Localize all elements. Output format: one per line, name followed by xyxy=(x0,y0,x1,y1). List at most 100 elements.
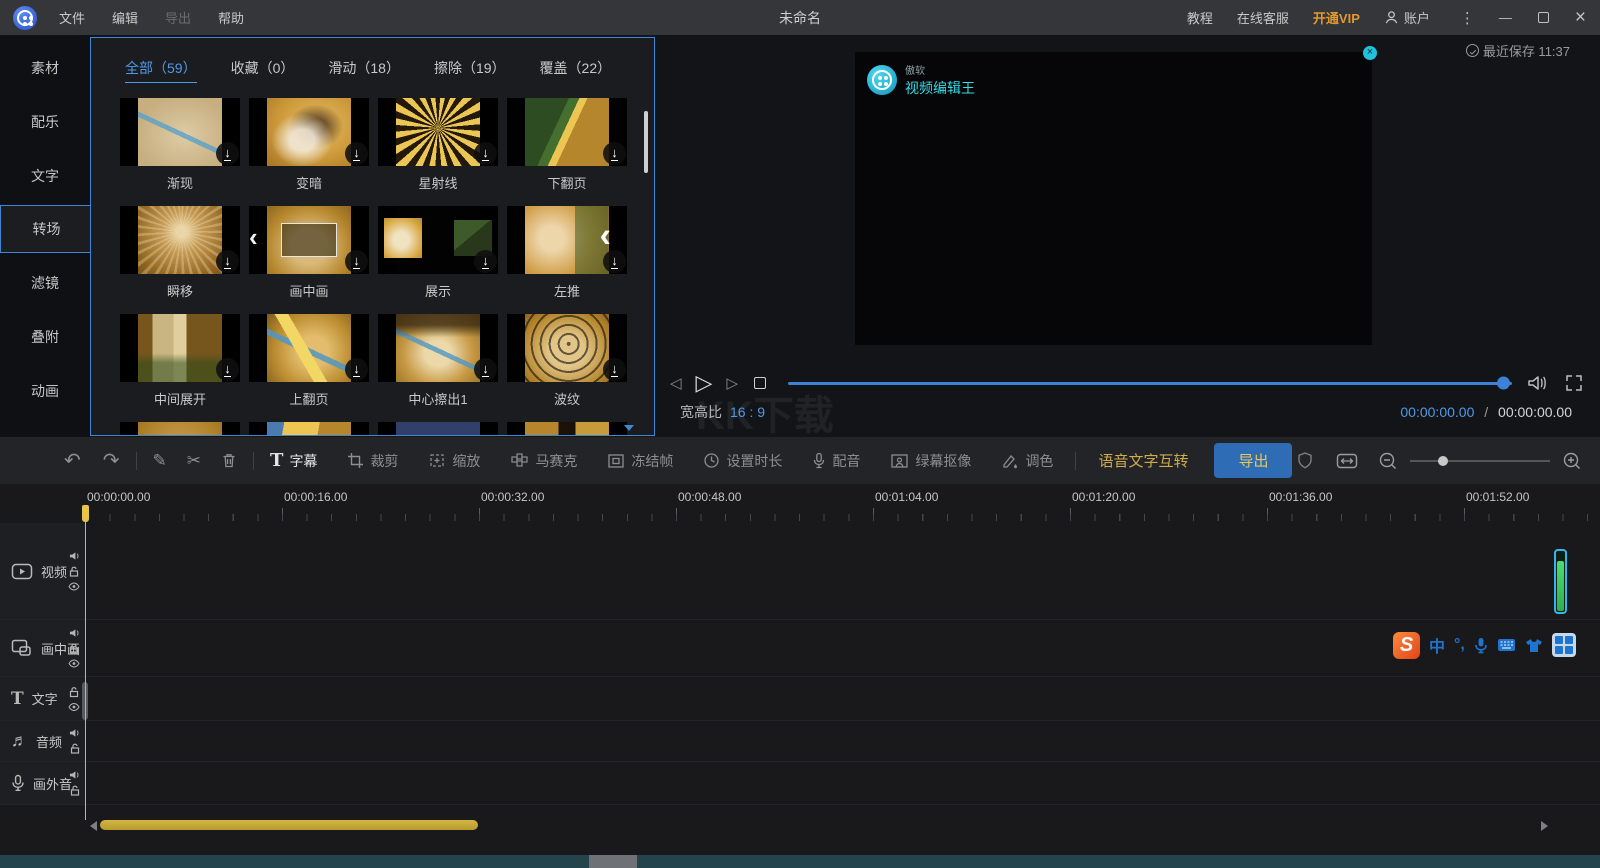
transition-item-partial[interactable] xyxy=(120,422,240,436)
scrollbar-thumb[interactable] xyxy=(100,820,478,830)
transition-thumbnail[interactable] xyxy=(507,206,627,274)
download-icon[interactable] xyxy=(216,358,239,381)
ime-logo-icon[interactable]: S xyxy=(1393,632,1420,659)
chroma-key-tool[interactable]: 绿幕抠像 xyxy=(890,451,971,471)
transition-item[interactable]: 波纹 xyxy=(507,314,627,422)
transition-item[interactable]: 左推 xyxy=(507,206,627,314)
play-button[interactable] xyxy=(696,370,713,396)
video-canvas[interactable]: 傲软 视频编辑王 × xyxy=(855,52,1372,345)
fullscreen-icon[interactable] xyxy=(1564,373,1584,393)
transition-item[interactable]: 中心擦出1 xyxy=(378,314,498,422)
seek-slider[interactable] xyxy=(788,382,1512,385)
watermark-close-icon[interactable]: × xyxy=(1363,46,1377,60)
tab-all[interactable]: 全部（59） xyxy=(125,58,197,83)
menu-edit[interactable]: 编辑 xyxy=(112,8,138,27)
sidebar-item-media[interactable]: 素材 xyxy=(0,44,90,92)
transition-item-partial[interactable] xyxy=(378,422,498,436)
menu-export[interactable]: 导出 xyxy=(165,8,191,27)
track-lock-icon[interactable] xyxy=(70,785,80,796)
transition-thumbnail[interactable] xyxy=(249,206,369,274)
ime-punctuation-toggle[interactable]: °, xyxy=(1454,636,1465,654)
transition-item[interactable]: 中间展开 xyxy=(120,314,240,422)
restore-button[interactable] xyxy=(1538,12,1549,23)
tab-slide[interactable]: 滑动（18） xyxy=(328,58,400,83)
aspect-ratio-value[interactable]: 16 : 9 xyxy=(730,404,765,420)
next-frame-button[interactable] xyxy=(726,374,738,392)
ime-menu-grid-icon[interactable] xyxy=(1552,633,1576,657)
transition-item[interactable]: 瞬移 xyxy=(120,206,240,314)
playhead-handle[interactable] xyxy=(82,505,89,522)
close-button[interactable] xyxy=(1575,7,1586,29)
scale-tool[interactable]: 缩放 xyxy=(428,451,480,471)
stop-button[interactable] xyxy=(754,377,766,389)
track-visibility-icon[interactable] xyxy=(68,582,80,591)
transition-thumbnail[interactable] xyxy=(120,314,240,382)
vip-button[interactable]: 开通VIP xyxy=(1313,8,1360,27)
speaker-icon[interactable] xyxy=(1526,373,1548,393)
transition-thumbnail[interactable] xyxy=(507,314,627,382)
track-lock-icon[interactable] xyxy=(69,566,79,577)
subtitle-tool[interactable]: T 字幕 xyxy=(270,450,317,471)
download-icon[interactable] xyxy=(216,250,239,273)
transition-item[interactable]: 下翻页 xyxy=(507,98,627,206)
panel-scrollbar[interactable] xyxy=(644,111,648,173)
tab-wipe[interactable]: 擦除（19） xyxy=(434,58,506,83)
transition-thumbnail[interactable] xyxy=(507,422,627,436)
zoom-out-icon[interactable] xyxy=(1378,451,1398,471)
transition-thumbnail[interactable] xyxy=(378,314,498,382)
transition-item[interactable]: 星射线 xyxy=(378,98,498,206)
transition-thumbnail[interactable] xyxy=(249,314,369,382)
track-volume-icon[interactable] xyxy=(69,728,80,738)
duration-tool[interactable]: 设置时长 xyxy=(703,451,782,471)
delete-button[interactable] xyxy=(221,452,237,469)
transition-item-partial[interactable] xyxy=(507,422,627,436)
ime-mic-icon[interactable] xyxy=(1474,637,1488,654)
download-icon[interactable] xyxy=(603,142,626,165)
sidebar-item-filters[interactable]: 滤镜 xyxy=(0,259,90,307)
track-lock-icon[interactable] xyxy=(69,686,79,697)
edit-pencil-button[interactable] xyxy=(153,451,167,471)
account-button[interactable]: 账户 xyxy=(1384,8,1430,27)
zoom-in-icon[interactable] xyxy=(1562,451,1582,471)
ime-keyboard-icon[interactable] xyxy=(1497,638,1516,652)
track-voiceover[interactable]: 画外音 xyxy=(0,762,1600,805)
track-volume-icon[interactable] xyxy=(69,628,80,638)
track-video[interactable]: 视频 xyxy=(0,523,1600,620)
transition-thumbnail[interactable] xyxy=(378,206,498,274)
scroll-left-icon[interactable] xyxy=(90,821,97,831)
download-icon[interactable] xyxy=(474,250,497,273)
fit-timeline-icon[interactable] xyxy=(1336,452,1358,470)
freeze-frame-tool[interactable]: 冻结帧 xyxy=(607,451,673,471)
sidebar-item-music[interactable]: 配乐 xyxy=(0,98,90,146)
sidebar-item-transitions[interactable]: 转场 xyxy=(0,205,92,253)
ime-skin-icon[interactable] xyxy=(1525,638,1543,653)
sidebar-item-animation[interactable]: 动画 xyxy=(0,367,90,415)
ime-language-mode[interactable]: 中 xyxy=(1429,633,1445,657)
dubbing-tool[interactable]: 配音 xyxy=(812,451,860,471)
download-icon[interactable] xyxy=(474,142,497,165)
download-icon[interactable] xyxy=(474,358,497,381)
transition-thumbnail[interactable] xyxy=(120,206,240,274)
menu-help[interactable]: 帮助 xyxy=(218,8,244,27)
download-icon[interactable] xyxy=(216,142,239,165)
track-audio[interactable]: 音频 xyxy=(0,721,1600,762)
transition-thumbnail[interactable] xyxy=(249,422,369,436)
menu-file[interactable]: 文件 xyxy=(59,8,85,27)
timeline-zoom-slider[interactable] xyxy=(1410,460,1550,462)
previous-frame-button[interactable] xyxy=(670,374,682,392)
scroll-right-icon[interactable] xyxy=(1541,821,1548,831)
minimize-button[interactable] xyxy=(1499,10,1512,25)
split-scissors-button[interactable] xyxy=(187,451,201,471)
track-lock-icon[interactable] xyxy=(70,743,80,754)
track-visibility-icon[interactable] xyxy=(68,659,80,668)
support-link[interactable]: 在线客服 xyxy=(1237,8,1289,27)
transition-item[interactable]: 画中画 xyxy=(249,206,369,314)
transition-item[interactable]: 变暗 xyxy=(249,98,369,206)
tutorial-link[interactable]: 教程 xyxy=(1187,8,1213,27)
transition-item[interactable]: 上翻页 xyxy=(249,314,369,422)
transition-item[interactable]: 渐现 xyxy=(120,98,240,206)
speech-to-text-button[interactable]: 语音文字互转 xyxy=(1098,450,1188,471)
tab-overlay[interactable]: 覆盖（22） xyxy=(540,58,612,83)
track-lock-icon[interactable] xyxy=(69,643,79,654)
sidebar-item-overlays[interactable]: 叠附 xyxy=(0,313,90,361)
